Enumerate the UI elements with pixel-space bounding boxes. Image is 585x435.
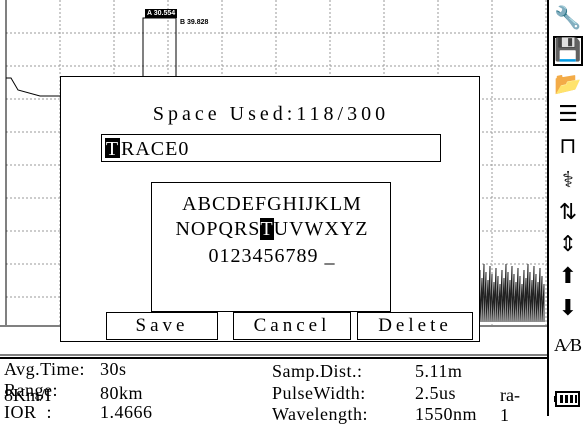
ior-value: 1.4666: [100, 402, 153, 422]
measurement-info: Avg.Time: 30s Range: 80km IOR : 1.4666 S…: [0, 359, 547, 424]
keyboard-keys-before[interactable]: NOPQRS: [175, 218, 260, 240]
samp-dist-value: 5.11m: [415, 361, 463, 381]
marker-a-label: A 30.554: [145, 9, 178, 18]
avg-time-value: 30s: [100, 359, 127, 379]
pulse-width-value: 2.5us: [415, 383, 457, 403]
pulse-width-label: PulseWidth:: [272, 383, 366, 403]
marker-fine-icon[interactable]: ⇕: [553, 230, 583, 260]
file-name-input[interactable]: T RACE0: [101, 134, 441, 162]
range-label: Range:: [4, 380, 58, 400]
document-list-icon[interactable]: ☰: [553, 100, 583, 130]
keyboard-row-letters-2[interactable]: NOPQRSTUVWXYZ: [152, 218, 392, 240]
wrench-icon[interactable]: 🔧: [553, 4, 583, 34]
keyboard-row-digits[interactable]: 0123456789 _: [152, 245, 392, 267]
samp-dist-label: Samp.Dist.:: [272, 361, 363, 381]
marker-move-icon[interactable]: ⇅: [553, 198, 583, 228]
cancel-button[interactable]: Cancel: [233, 312, 351, 340]
arrow-up-icon[interactable]: ⬆: [553, 262, 583, 292]
name-text: RACE0: [121, 138, 190, 160]
avg-time-label: Avg.Time:: [4, 359, 86, 379]
name-cursor-char: T: [105, 138, 120, 160]
arrow-down-icon[interactable]: ⬇: [553, 294, 583, 324]
space-used-title: Space Used:118/300: [152, 103, 390, 125]
keyboard-keys-after[interactable]: UVWXYZ: [274, 218, 369, 240]
zoom-vertical-icon[interactable]: ⚕: [553, 166, 583, 196]
range-value: 80km: [100, 383, 144, 403]
tool-sidebar: 🔧 💾 📂 ☰ ⊓ ⚕ ⇅ ⇕ ⬆ ⬇ A⁄B: [547, 0, 585, 416]
ab-marker-icon[interactable]: A⁄B: [553, 330, 583, 360]
wavelength-value: 1550nm: [415, 404, 478, 424]
wavelength-label: Wavelength:: [272, 404, 369, 424]
trace-curve: [6, 77, 60, 97]
battery-icon: [553, 384, 583, 414]
keyboard-selected-key[interactable]: T: [260, 218, 274, 240]
ior-label: IOR :: [4, 402, 52, 422]
folder-open-icon[interactable]: 📂: [553, 70, 583, 100]
battery-icon-shape: [554, 391, 580, 407]
keyboard-row-letters-1[interactable]: ABCDEFGHIJKLM: [152, 193, 392, 215]
delete-button[interactable]: Delete: [357, 312, 473, 340]
save-disk-icon[interactable]: 💾: [553, 36, 583, 66]
save-trace-dialog: Space Used:118/300 T RACE0 ABCDEFGHIJKLM…: [60, 76, 480, 342]
character-keyboard[interactable]: ABCDEFGHIJKLM NOPQRSTUVWXYZ 0123456789 _: [151, 182, 391, 312]
marker-b-label: B 39.828: [180, 19, 209, 26]
noise-floor: [479, 263, 545, 323]
save-button[interactable]: Save: [106, 312, 218, 340]
pulse-expand-icon[interactable]: ⊓: [553, 132, 583, 162]
